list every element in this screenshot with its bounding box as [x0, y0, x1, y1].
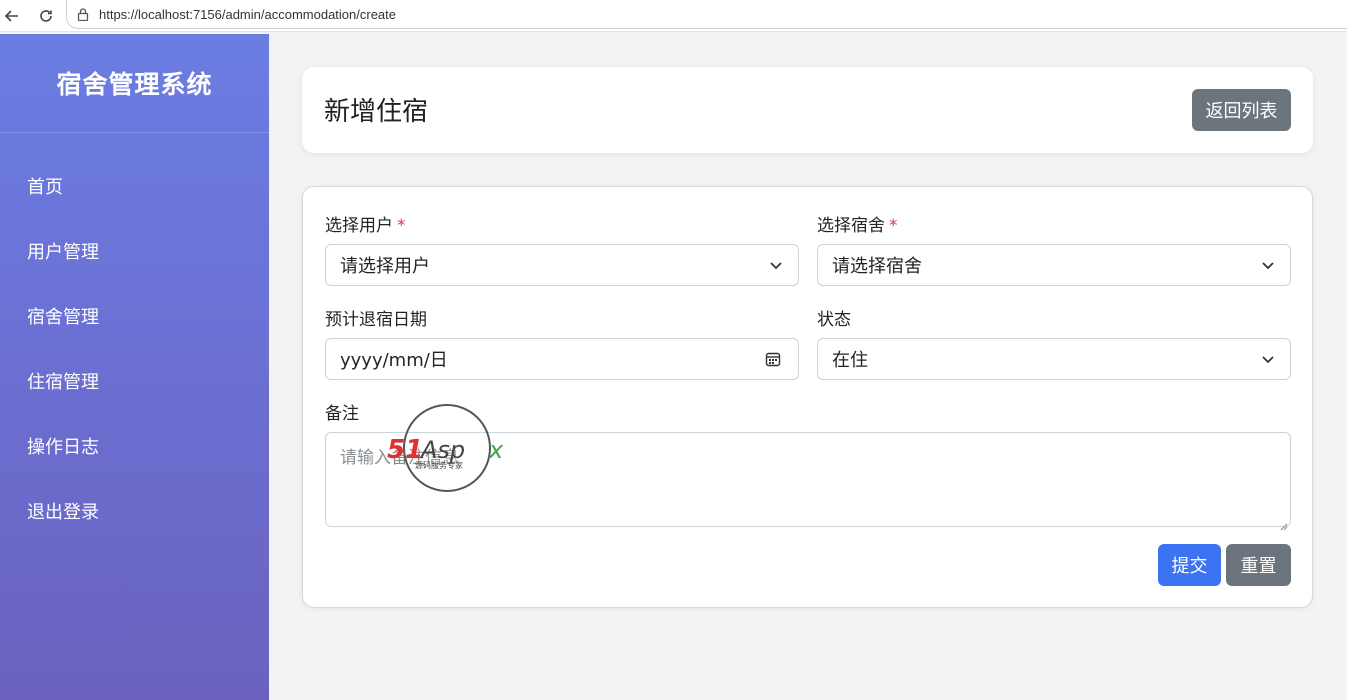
- sidebar-item-users[interactable]: 用户管理: [0, 218, 269, 283]
- remark-label: 备注: [325, 404, 359, 424]
- sidebar-item-dorms[interactable]: 宿舍管理: [0, 283, 269, 348]
- resize-handle-icon[interactable]: [1280, 516, 1288, 531]
- accommodation-form: 选择用户 * 请选择用户 选择宿舍 * 请选择宿舍 预计退宿日期 yyyy/mm/日…: [302, 186, 1313, 608]
- user-select[interactable]: 请选择用户: [325, 244, 799, 286]
- url-text: https://localhost:7156/admin/accommodati…: [99, 6, 397, 22]
- sidebar-menu: 首页 用户管理 宿舍管理 住宿管理 操作日志 退出登录: [0, 133, 269, 543]
- dorm-field-label: 选择宿舍 *: [817, 211, 898, 236]
- dorm-select-value: 请选择宿舍: [832, 256, 922, 277]
- required-mark: *: [889, 216, 898, 236]
- user-field-label: 选择用户 *: [325, 211, 406, 236]
- lock-icon[interactable]: [77, 7, 91, 21]
- sidebar-item-accommodation[interactable]: 住宿管理: [0, 348, 269, 413]
- brand-title: 宿舍管理系统: [0, 34, 269, 133]
- status-select[interactable]: 在住: [817, 338, 1291, 380]
- checkout-date-input[interactable]: yyyy/mm/日: [325, 338, 799, 380]
- address-bar[interactable]: https://localhost:7156/admin/accommodati…: [66, 0, 1347, 29]
- sidebar-item-home[interactable]: 首页: [0, 153, 269, 218]
- reload-icon[interactable]: [36, 6, 56, 26]
- chevron-down-icon: [1260, 351, 1276, 367]
- user-label-text: 选择用户: [325, 216, 393, 236]
- browser-toolbar: https://localhost:7156/admin/accommodati…: [0, 0, 1347, 32]
- user-select-value: 请选择用户: [340, 256, 430, 277]
- chevron-down-icon: [768, 257, 784, 273]
- page-header: 新增住宿 返回列表: [302, 67, 1313, 153]
- sidebar-item-logs[interactable]: 操作日志: [0, 413, 269, 478]
- calendar-icon[interactable]: [765, 351, 781, 367]
- reset-button[interactable]: 重置: [1226, 544, 1291, 586]
- remark-placeholder: 请输入备注信息: [340, 448, 459, 468]
- status-label: 状态: [817, 310, 851, 330]
- dorm-select[interactable]: 请选择宿舍: [817, 244, 1291, 286]
- sidebar-item-logout[interactable]: 退出登录: [0, 478, 269, 543]
- checkout-date-value: yyyy/mm/日: [340, 350, 448, 371]
- submit-button[interactable]: 提交: [1158, 544, 1221, 586]
- back-arrow-icon[interactable]: [2, 6, 22, 26]
- remark-textarea[interactable]: 请输入备注信息: [325, 432, 1291, 531]
- page-title: 新增住宿: [324, 97, 429, 127]
- dorm-label-text: 选择宿舍: [817, 216, 885, 236]
- required-mark: *: [397, 216, 406, 236]
- status-select-value: 在住: [832, 350, 868, 371]
- chevron-down-icon: [1260, 257, 1276, 273]
- back-to-list-button[interactable]: 返回列表: [1192, 89, 1291, 131]
- sidebar: 宿舍管理系统 首页 用户管理 宿舍管理 住宿管理 操作日志 退出登录: [0, 34, 269, 700]
- checkout-date-label: 预计退宿日期: [325, 310, 427, 330]
